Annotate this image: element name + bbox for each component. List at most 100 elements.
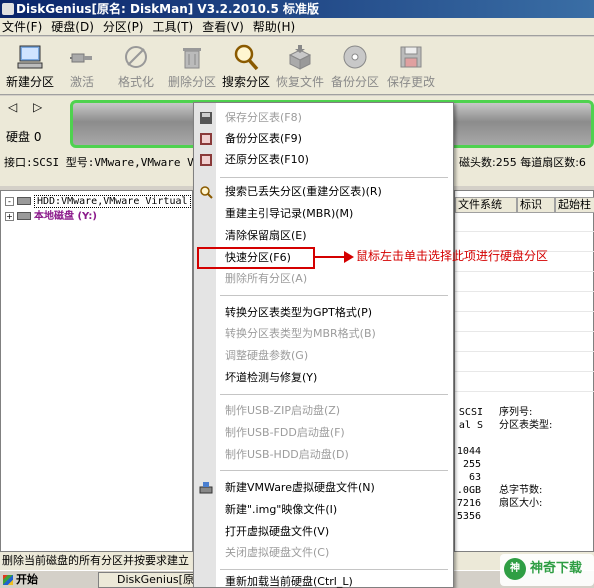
menu-partition[interactable]: 分区(P) [101, 18, 151, 35]
start-label: 开始 [16, 573, 38, 586]
column-start-cylinder[interactable]: 起始柱 [555, 197, 594, 213]
menu-separator [220, 177, 448, 178]
computer-icon [17, 45, 43, 69]
plug-icon [70, 53, 92, 63]
activate-button[interactable]: 激活 [52, 39, 112, 93]
detail-label: 总字节数: [499, 485, 543, 496]
menu-disk[interactable]: 硬盘(D) [49, 18, 101, 35]
search-partition-button[interactable]: 搜索分区 [216, 39, 276, 93]
new-partition-button[interactable]: 新建分区 [0, 39, 60, 93]
context-menu: 保存分区表(F8) 备份分区表(F9) 还原分区表(F10) 搜索已丢失分区(重… [193, 102, 454, 588]
expand-icon[interactable]: - [5, 196, 14, 206]
hard-disk-icon [17, 197, 31, 205]
backup-disc-icon [343, 45, 367, 69]
menu-item-backup-partition-table[interactable]: 备份分区表(F9) [225, 130, 302, 148]
disk-label: 硬盘 0 [6, 130, 42, 144]
menu-item-new-vmware-disk[interactable]: 新建VMWare虚拟硬盘文件(N) [225, 479, 375, 497]
grid-line [455, 291, 594, 292]
detail-value: 255 [462, 459, 481, 470]
menu-item-search-lost-partitions[interactable]: 搜索已丢失分区(重建分区表)(R) [225, 183, 382, 201]
save-table-icon [200, 112, 212, 124]
menu-separator [220, 394, 448, 395]
menu-item-usb-fdd-boot[interactable]: 制作USB-FDD启动盘(F) [225, 424, 345, 442]
menu-item-clear-reserved-sectors[interactable]: 清除保留扇区(E) [225, 227, 307, 245]
column-filesystem[interactable]: 文件系统 [455, 197, 517, 213]
menu-item-save-partition-table[interactable]: 保存分区表(F8) [225, 109, 302, 127]
format-icon [125, 46, 147, 68]
magnifier-icon [234, 44, 259, 71]
menu-item-convert-mbr[interactable]: 转换分区表类型为MBR格式(B) [225, 325, 376, 343]
save-changes-label: 保存更改 [386, 75, 435, 89]
delete-partition-label: 删除分区 [167, 75, 216, 89]
menu-separator [220, 470, 448, 471]
new-vdisk-icon [199, 482, 213, 494]
menu-tools[interactable]: 工具(T) [151, 18, 201, 35]
format-button[interactable]: 格式化 [106, 39, 166, 93]
detail-value: 5356 [456, 511, 481, 522]
menu-item-rebuild-mbr[interactable]: 重建主引导记录(MBR)(M) [225, 205, 353, 223]
expand-icon[interactable]: + [5, 211, 14, 221]
app-icon [2, 3, 14, 15]
partition-icon [17, 212, 31, 220]
search-partition-label: 搜索分区 [221, 75, 270, 89]
delete-partition-button[interactable]: 删除分区 [162, 39, 222, 93]
annotation-arrow-line [315, 256, 347, 258]
detail-value: 63 [468, 472, 481, 483]
disk-nav-arrows[interactable]: ◁ ▷ [8, 100, 48, 114]
restore-files-button[interactable]: 恢复文件 [270, 39, 330, 93]
disk-tree: - HDD:VMware,VMware Virtual + 本地磁盘 (Y:) [0, 190, 193, 552]
annotation-text: 鼠标左击单击选择此项进行硬盘分区 [356, 249, 549, 263]
status-text: 删除当前磁盘的所有分区并按要求建立 [2, 554, 189, 567]
column-id[interactable]: 标识 [517, 197, 555, 213]
menu-item-new-img-file[interactable]: 新建".img"映像文件(I) [225, 501, 337, 519]
tree-item-local-disk[interactable]: + 本地磁盘 (Y:) [5, 210, 97, 224]
watermark-text: 神奇下载 [530, 561, 583, 576]
start-button[interactable]: 开始 [0, 572, 40, 588]
menu-view[interactable]: 查看(V) [200, 18, 251, 35]
save-icon [400, 46, 422, 68]
menu-item-open-virtual-disk[interactable]: 打开虚拟硬盘文件(V) [225, 523, 329, 541]
format-label: 格式化 [117, 75, 154, 89]
grid-line [455, 331, 594, 332]
detail-value: 1044 [456, 446, 481, 457]
menu-bar: 文件(F) 硬盘(D) 分区(P) 工具(T) 查看(V) 帮助(H) [0, 18, 594, 36]
menu-item-adjust-disk-params[interactable]: 调整硬盘参数(G) [225, 347, 308, 365]
detail-label: 分区表类型: [499, 420, 553, 431]
menu-icon-gutter [194, 103, 216, 587]
save-changes-button[interactable]: 保存更改 [381, 39, 441, 93]
menu-file[interactable]: 文件(F) [0, 18, 49, 35]
menu-item-delete-all-partitions[interactable]: 删除所有分区(A) [225, 270, 307, 288]
menu-item-restore-partition-table[interactable]: 还原分区表(F10) [225, 151, 309, 169]
grid-line [455, 271, 594, 272]
activate-label: 激活 [69, 75, 94, 89]
menu-item-usb-hdd-boot[interactable]: 制作USB-HDD启动盘(D) [225, 446, 349, 464]
menu-item-convert-gpt[interactable]: 转换分区表类型为GPT格式(P) [225, 304, 372, 322]
detail-label: 序列号: [499, 407, 533, 418]
menu-item-bad-sector-check[interactable]: 坏道检测与修复(Y) [225, 369, 317, 387]
menu-item-reload-disk[interactable]: 重新加载当前硬盘(Ctrl_L) [225, 573, 353, 588]
grid-line [455, 311, 594, 312]
restore-table-icon [200, 154, 212, 166]
toolbar: 新建分区 激活 格式化 删除分区 搜索分区 恢复文件 备份分区 保存更改 [0, 37, 594, 95]
grid-line [455, 231, 594, 232]
taskbar-item-diskgenius[interactable]: DiskGenius[原 [98, 572, 196, 588]
tree-item-hdd[interactable]: - HDD:VMware,VMware Virtual [5, 195, 191, 209]
backup-partition-button[interactable]: 备份分区 [325, 39, 385, 93]
task-label: DiskGenius[原 [117, 573, 194, 586]
site-watermark: 神 神奇下载 [500, 554, 594, 586]
annotation-arrow-icon [344, 251, 354, 263]
menu-item-usb-zip-boot[interactable]: 制作USB-ZIP启动盘(Z) [225, 402, 340, 420]
menu-help[interactable]: 帮助(H) [251, 18, 302, 35]
detail-value: al S [458, 420, 483, 431]
detail-label: 扇区大小: [499, 498, 543, 509]
menu-separator [220, 569, 448, 570]
disk-geometry-info: 磁头数:255 每道扇区数:6 [459, 156, 586, 169]
menu-item-close-virtual-disk[interactable]: 关闭虚拟硬盘文件(C) [225, 544, 329, 562]
restore-box-icon [288, 45, 312, 70]
watermark-badge: 神 [504, 558, 526, 580]
new-partition-label: 新建分区 [5, 75, 54, 89]
detail-value: SCSI [458, 407, 483, 418]
search-lost-icon [200, 186, 213, 199]
menu-separator [220, 295, 448, 296]
annotation-highlight-box [197, 247, 315, 269]
